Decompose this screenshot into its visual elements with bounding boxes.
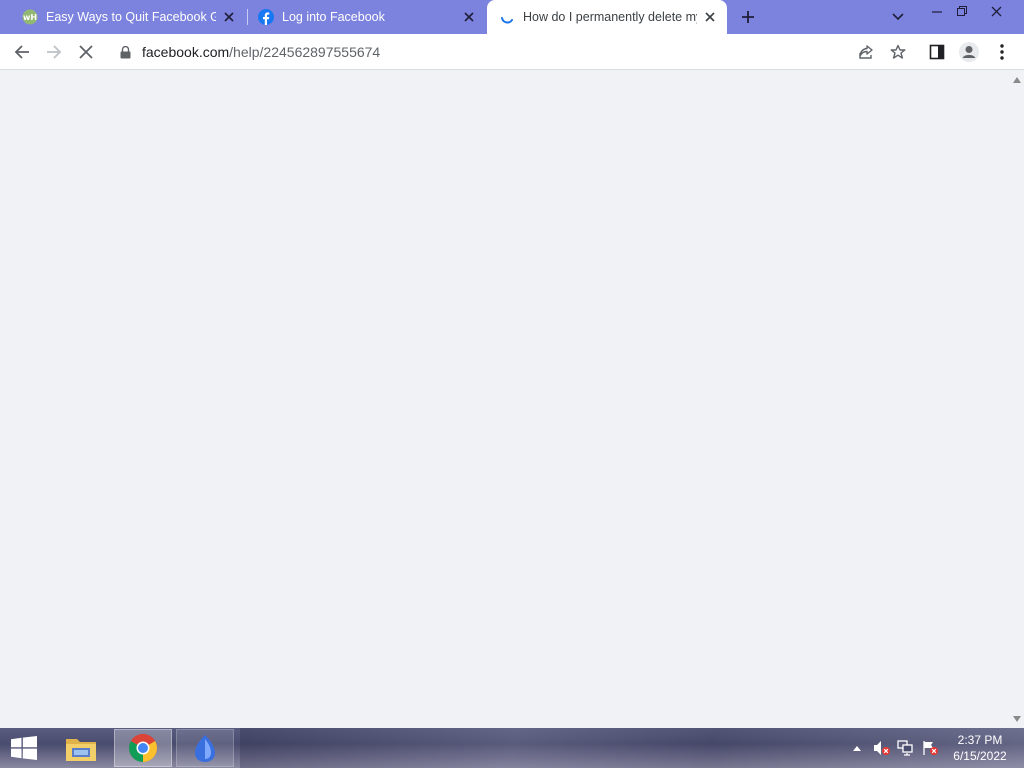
volume-muted-icon <box>874 741 890 755</box>
close-icon[interactable] <box>220 8 238 26</box>
stop-loading-button[interactable] <box>72 38 100 66</box>
restore-icon <box>956 5 967 16</box>
back-button[interactable] <box>8 38 36 66</box>
page-content <box>0 71 1010 728</box>
lock-icon[interactable] <box>118 45 132 59</box>
loading-spinner-icon <box>501 17 513 24</box>
star-icon <box>890 44 906 59</box>
stop-icon <box>79 45 93 59</box>
avatar-icon <box>959 42 979 62</box>
taskbar: 2:37 PM 6/15/2022 <box>0 728 1024 768</box>
close-icon <box>991 6 1001 16</box>
svg-text:wH: wH <box>23 13 37 22</box>
wikihow-icon: wH <box>22 9 38 25</box>
clock-time: 2:37 PM <box>957 733 1003 747</box>
url-path: /help/224562897555674 <box>229 44 381 60</box>
scroll-down-arrow[interactable] <box>1010 712 1024 726</box>
app-icon <box>195 735 215 762</box>
menu-button[interactable] <box>988 38 1016 66</box>
url-text[interactable]: facebook.com/help/224562897555674 <box>142 44 380 60</box>
side-panel-button[interactable] <box>923 38 951 66</box>
address-bar[interactable]: facebook.com/help/224562897555674 <box>108 38 918 66</box>
forward-button[interactable] <box>40 38 68 66</box>
profile-button[interactable] <box>955 38 983 66</box>
arrow-left-icon <box>14 45 29 59</box>
chevron-down-icon <box>892 13 904 21</box>
action-center-button[interactable] <box>920 728 940 768</box>
vertical-scrollbar[interactable] <box>1010 71 1024 728</box>
bookmark-button[interactable] <box>884 38 912 66</box>
tab-strip: wH Easy Ways to Quit Facebook Gra Log in… <box>0 0 1024 34</box>
plus-icon <box>742 11 754 23</box>
tab-title: Log into Facebook <box>282 10 385 24</box>
more-vertical-icon <box>1000 44 1004 60</box>
tab-title: Easy Ways to Quit Facebook Gra <box>46 10 216 24</box>
triangle-up-icon <box>1013 77 1021 83</box>
triangle-down-icon <box>1013 716 1021 722</box>
show-hidden-icons-button[interactable] <box>850 728 864 768</box>
chrome-icon <box>129 734 157 762</box>
new-tab-button[interactable] <box>737 6 759 28</box>
network-button[interactable] <box>896 728 916 768</box>
volume-button[interactable] <box>872 728 892 768</box>
restore-button[interactable] <box>946 0 978 22</box>
close-icon[interactable] <box>460 8 478 26</box>
share-button[interactable] <box>852 38 880 66</box>
share-icon <box>859 45 873 59</box>
tab-facebook-login[interactable]: Log into Facebook <box>248 0 486 34</box>
file-explorer-icon <box>66 739 96 761</box>
taskbar-chrome[interactable] <box>114 729 172 767</box>
windows-icon <box>11 736 37 760</box>
taskbar-file-explorer[interactable] <box>52 729 110 767</box>
browser-toolbar: facebook.com/help/224562897555674 <box>0 34 1024 70</box>
taskbar-app[interactable] <box>176 729 234 767</box>
clock-date: 6/15/2022 <box>953 749 1007 763</box>
tab-wikihow[interactable]: wH Easy Ways to Quit Facebook Gra <box>4 0 246 34</box>
side-panel-icon <box>929 44 945 60</box>
close-icon[interactable] <box>701 8 719 26</box>
url-domain: facebook.com <box>142 44 230 60</box>
tab-delete-account[interactable]: How do I permanently delete my <box>487 0 727 34</box>
arrow-right-icon <box>47 45 62 59</box>
scroll-up-arrow[interactable] <box>1010 73 1024 87</box>
close-window-button[interactable] <box>980 0 1012 22</box>
tab-title: How do I permanently delete my <box>523 10 697 24</box>
flag-icon <box>923 741 938 755</box>
facebook-icon <box>258 9 274 25</box>
network-icon <box>897 740 913 756</box>
chevron-up-icon <box>853 745 861 751</box>
minimize-icon <box>932 11 942 13</box>
clock[interactable]: 2:37 PM 6/15/2022 <box>944 732 1016 764</box>
tab-search-button[interactable] <box>888 7 908 27</box>
start-button[interactable] <box>0 728 48 768</box>
